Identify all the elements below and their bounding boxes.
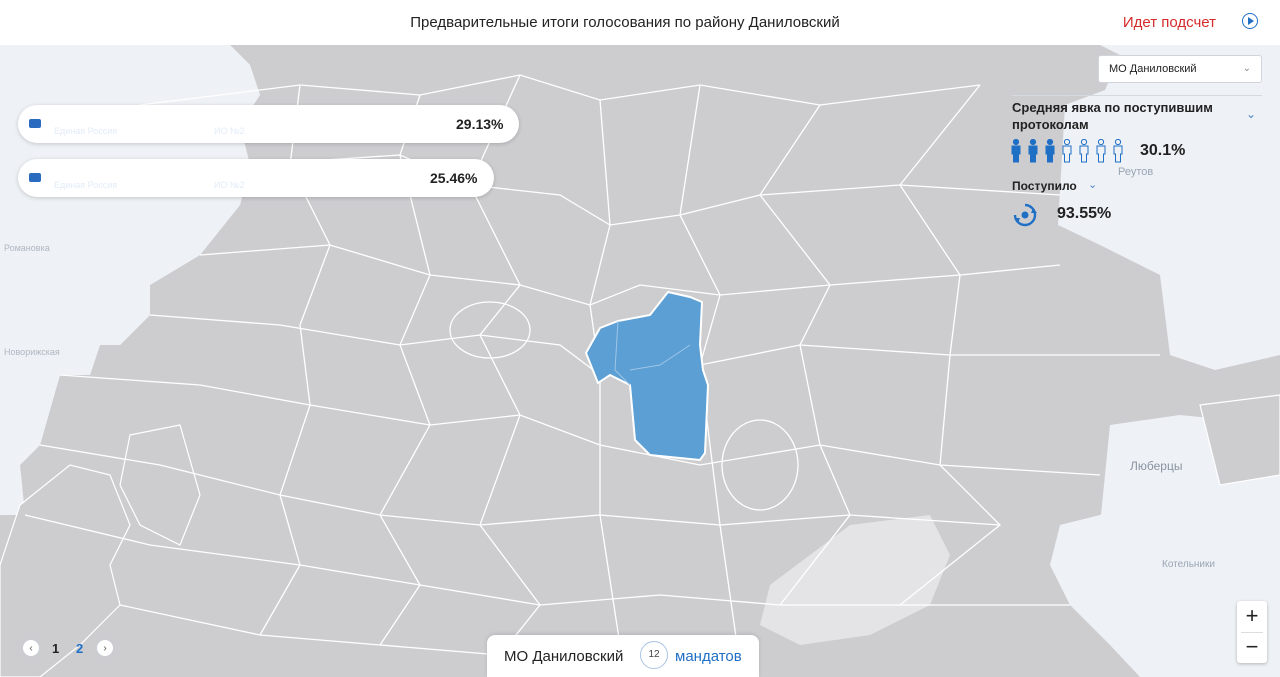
- map-label-lyubertsy: Люберцы: [1130, 459, 1182, 473]
- mandates-label[interactable]: мандатов: [675, 648, 742, 665]
- mandates-count: 12: [640, 641, 668, 669]
- received-percent: 93.55%: [1057, 205, 1112, 222]
- person-outline-icon: [1079, 139, 1089, 163]
- candidate-card[interactable]: Подольская Ольга Вячеславовна Единая Рос…: [18, 105, 519, 143]
- person-outline-icon: [1113, 139, 1123, 163]
- person-outline-icon: [1096, 139, 1106, 163]
- chevron-right-icon[interactable]: ›: [96, 639, 114, 657]
- map-label-kotelniki: Котельники: [1162, 559, 1215, 570]
- page-title: Предварительные итоги голосования по рай…: [410, 14, 840, 31]
- received-toggle-icon[interactable]: ⌄: [1088, 178, 1097, 191]
- received-title: Поступило: [1012, 179, 1077, 193]
- candidate-card[interactable]: Сагаловская Надежда Викторовна Единая Ро…: [18, 159, 494, 197]
- party-logo-icon: [25, 168, 45, 188]
- mo-select[interactable]: МО Даниловский ⌄: [1098, 55, 1262, 83]
- zoom-control: + −: [1237, 601, 1267, 663]
- panel-divider: [1012, 95, 1262, 96]
- turnout-toggle-icon[interactable]: ⌄: [1246, 107, 1256, 121]
- stats-panel: МО Даниловский ⌄ Средняя явка по поступи…: [1000, 45, 1280, 245]
- candidate-name: Подольская Ольга Вячеславовна: [54, 112, 238, 124]
- refresh-icon: [1013, 203, 1037, 227]
- chevron-down-icon: ⌄: [1242, 63, 1251, 74]
- map-label-romanovka: Романовка: [4, 243, 50, 253]
- turnout-percent: 30.1%: [1140, 142, 1186, 159]
- zoom-out-button[interactable]: −: [1237, 632, 1267, 663]
- counting-status: Идет подсчет: [1122, 14, 1216, 31]
- candidate-list: Подольская Ольга Вячеславовна Единая Рос…: [18, 105, 519, 213]
- play-icon[interactable]: [1242, 13, 1258, 29]
- party-logo-icon: [25, 114, 45, 134]
- page-2[interactable]: 2: [76, 641, 83, 656]
- person-filled-icon: [1028, 139, 1038, 163]
- turnout-title: Средняя явка по поступившим протоколам: [1012, 100, 1213, 132]
- page-1[interactable]: 1: [52, 641, 59, 656]
- chevron-left-icon[interactable]: ‹: [22, 639, 40, 657]
- candidate-name: Сагаловская Надежда Викторовна: [54, 166, 243, 178]
- candidate-percent: 25.46%: [430, 170, 478, 186]
- mo-summary-bar: МО Даниловский 12 мандатов: [487, 635, 759, 677]
- candidate-district: ИО №2: [214, 180, 245, 190]
- person-filled-icon: [1011, 139, 1021, 163]
- person-outline-icon: [1062, 139, 1072, 163]
- candidate-district: ИО №2: [214, 126, 245, 136]
- zoom-in-button[interactable]: +: [1237, 601, 1267, 632]
- candidate-party: Единая Россия: [54, 126, 118, 136]
- map-label-novorizhskaya: Новорижская: [4, 347, 60, 357]
- header: Предварительные итоги голосования по рай…: [0, 0, 1280, 45]
- candidate-percent: 29.13%: [456, 116, 504, 132]
- candidate-party: Единая Россия: [54, 180, 118, 190]
- person-filled-icon: [1045, 139, 1055, 163]
- mo-select-value: МО Даниловский: [1109, 63, 1197, 75]
- mo-name: МО Даниловский: [504, 648, 624, 665]
